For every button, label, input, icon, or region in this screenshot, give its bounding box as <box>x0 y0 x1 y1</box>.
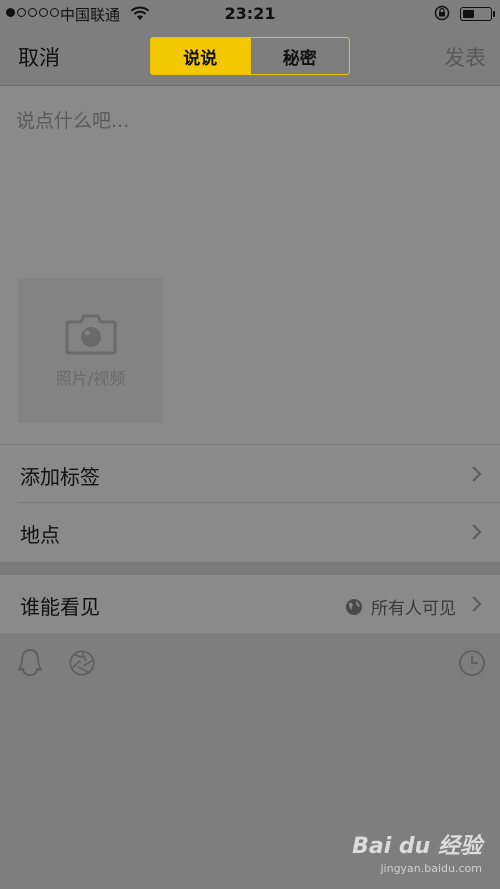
lock-rotation-icon <box>434 5 450 21</box>
aperture-icon[interactable] <box>68 648 96 678</box>
add-tag-row[interactable]: 添加标签 <box>0 445 500 503</box>
location-label: 地点 <box>20 523 60 547</box>
add-tag-label: 添加标签 <box>20 465 100 489</box>
watermark-main: Bai du 经验 <box>352 834 482 859</box>
status-bar: 中国联通 23:21 <box>0 0 500 28</box>
chevron-right-icon <box>472 466 482 482</box>
add-media-button[interactable]: 照片/视频 <box>18 278 163 423</box>
add-media-label: 照片/视频 <box>55 368 126 388</box>
battery-fill <box>463 10 474 18</box>
compose-area: 照片/视频 <box>0 86 500 444</box>
tab-shuoshuo[interactable]: 说说 <box>151 38 250 74</box>
camera-icon <box>65 314 116 354</box>
publish-button[interactable]: 发表 <box>444 42 486 72</box>
battery-icon <box>460 7 495 21</box>
location-row[interactable]: 地点 <box>0 503 500 561</box>
post-text-input[interactable] <box>16 106 484 256</box>
visibility-row[interactable]: 谁能看见 所有人可见 <box>0 575 500 633</box>
bottom-toolbar: Bai du 经验 jingyan.baidu.com <box>0 633 500 889</box>
qq-penguin-icon[interactable] <box>16 648 44 678</box>
visibility-value-text: 所有人可见 <box>371 599 456 619</box>
post-type-segmented-control: 说说 秘密 <box>150 37 350 75</box>
chevron-right-icon <box>472 596 482 612</box>
watermark-sub: jingyan.baidu.com <box>380 862 482 875</box>
baidu-jingyan-watermark: Bai du 经验 jingyan.baidu.com <box>352 828 482 875</box>
visibility-label: 谁能看见 <box>20 595 100 619</box>
section-gap <box>0 562 500 575</box>
nav-bar: 取消 说说 秘密 发表 <box>0 28 500 86</box>
globe-icon <box>346 598 362 615</box>
chevron-right-icon <box>472 524 482 540</box>
status-time: 23:21 <box>224 4 276 23</box>
clock-icon[interactable] <box>458 648 486 678</box>
tab-secret[interactable]: 秘密 <box>249 38 350 74</box>
cancel-button[interactable]: 取消 <box>18 42 60 72</box>
visibility-value: 所有人可见 <box>345 594 456 619</box>
